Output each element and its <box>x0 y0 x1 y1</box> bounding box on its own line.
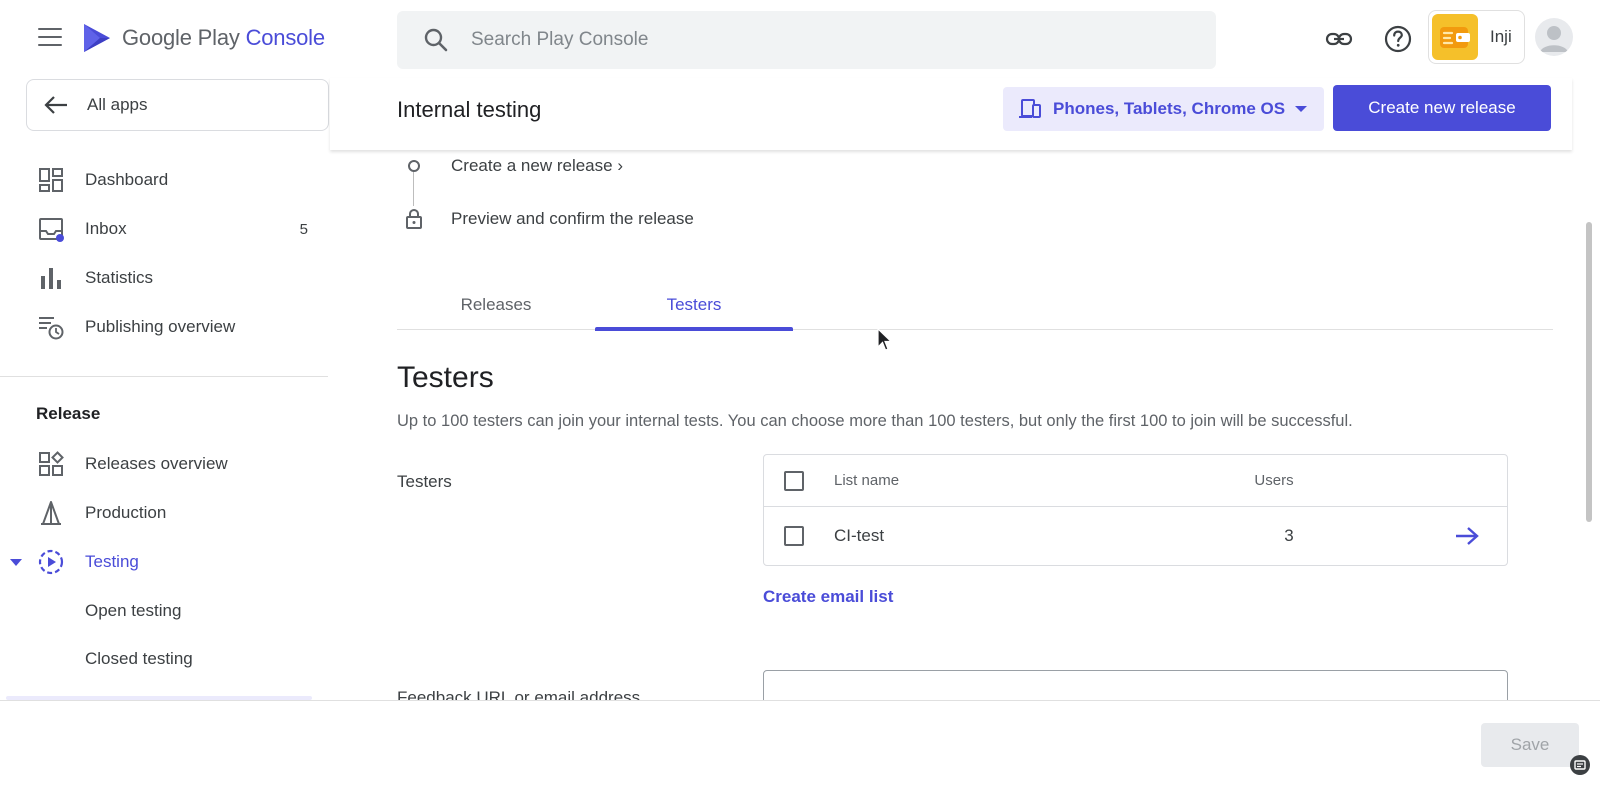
sidebar-item-statistics[interactable]: Statistics <box>0 256 330 300</box>
footer-bar: Save <box>0 700 1600 788</box>
tester-lists-table: List name Users CI-test 3 <box>763 454 1508 566</box>
users-count-cell: 3 <box>1284 526 1294 545</box>
scrollbar[interactable] <box>1586 222 1592 522</box>
play-console-logo[interactable]: Google Play Console <box>82 22 325 54</box>
sidebar-item-production[interactable]: Production <box>0 491 330 535</box>
inbox-icon <box>39 218 64 242</box>
account-icon <box>1540 26 1568 52</box>
sidebar-item-label: Testing <box>85 552 139 571</box>
step-preview-confirm: Preview and confirm the release <box>400 205 694 233</box>
testers-field-label: Testers <box>397 472 452 491</box>
select-all-checkbox[interactable] <box>784 470 804 491</box>
table-header-row: List name Users <box>764 455 1507 507</box>
step-label: Preview and confirm the release <box>451 209 694 228</box>
page-title: Internal testing <box>397 97 542 122</box>
device-selector-label: Phones, Tablets, Chrome OS <box>1053 99 1286 118</box>
sidebar-item-open-testing[interactable]: Open testing <box>0 589 330 633</box>
wallet-icon <box>1440 27 1470 48</box>
sidebar-item-publishing-overview[interactable]: Publishing overview <box>0 305 330 349</box>
top-bar: Google Play Console Inji <box>0 0 1600 78</box>
sidebar-item-label: Publishing overview <box>85 317 236 336</box>
circle-step-icon <box>408 160 420 172</box>
sidebar-item-closed-testing[interactable]: Closed testing <box>0 637 330 681</box>
all-apps-button[interactable]: All apps <box>26 79 329 131</box>
lock-icon <box>406 208 422 229</box>
sidebar-item-dashboard[interactable]: Dashboard <box>0 158 330 202</box>
all-apps-label: All apps <box>87 95 148 114</box>
sidebar-item-label: Statistics <box>85 268 154 287</box>
step-label: Create a new release › <box>451 156 623 175</box>
releases-overview-icon <box>39 451 64 476</box>
devices-icon <box>1019 99 1041 118</box>
create-new-release-button[interactable]: Create new release <box>1333 85 1551 131</box>
inbox-count-badge: 5 <box>299 220 308 238</box>
publishing-overview-icon <box>39 317 64 340</box>
testers-section-description: Up to 100 testers can join your internal… <box>397 412 1353 430</box>
logo-text: Google Play Console <box>122 25 325 51</box>
play-logo-icon <box>84 24 110 52</box>
step-create-release[interactable]: Create a new release › <box>400 152 623 180</box>
testing-icon <box>38 549 64 575</box>
column-header-list-name: List name <box>834 472 900 489</box>
link-icon[interactable] <box>1324 24 1354 54</box>
testers-section-title: Testers <box>397 361 494 394</box>
sidebar: All apps Dashboard Inbox 5 Statistics Pu… <box>0 78 330 700</box>
search-bar[interactable] <box>397 11 1216 69</box>
tabs-bar: Releases Testers <box>397 280 1553 331</box>
column-header-users: Users <box>1254 472 1294 489</box>
device-selector-button[interactable]: Phones, Tablets, Chrome OS <box>1003 87 1324 131</box>
sidebar-item-inbox[interactable]: Inbox 5 <box>0 207 330 251</box>
production-icon <box>41 501 61 525</box>
sidebar-item-label: Inbox <box>85 219 127 238</box>
sidebar-item-label: Releases overview <box>85 454 228 473</box>
sidebar-item-label: Open testing <box>85 601 182 620</box>
developer-account-chip[interactable]: Inji <box>1428 10 1525 64</box>
sidebar-item-releases-overview[interactable]: Releases overview <box>0 442 330 486</box>
help-icon[interactable] <box>1383 24 1413 54</box>
table-row[interactable]: CI-test 3 <box>764 507 1507 565</box>
dropdown-arrow-icon <box>1295 106 1308 112</box>
sidebar-item-testing[interactable]: Testing <box>0 540 330 584</box>
sidebar-item-label: Closed testing <box>85 649 193 668</box>
hamburger-menu-icon[interactable] <box>38 28 62 48</box>
arrow-forward-icon[interactable] <box>1454 525 1480 547</box>
create-email-list-link[interactable]: Create email list <box>763 587 893 607</box>
search-input[interactable] <box>471 29 1171 51</box>
bar-chart-icon <box>41 268 61 289</box>
developer-avatar <box>1432 14 1478 60</box>
arrow-back-icon <box>44 96 67 114</box>
screenshot-icon[interactable] <box>1569 754 1591 776</box>
sidebar-item-label: Production <box>85 503 167 522</box>
page-header: Internal testing Phones, Tablets, Chrome… <box>330 78 1572 150</box>
dashboard-icon <box>39 168 63 192</box>
developer-name: Inji <box>1490 27 1512 46</box>
sidebar-divider <box>0 376 328 377</box>
logo-text-main: Google Play <box>122 25 240 50</box>
save-button[interactable]: Save <box>1481 723 1579 767</box>
tab-testers[interactable]: Testers <box>595 280 793 331</box>
search-icon <box>424 28 448 52</box>
list-name-cell: CI-test <box>834 526 885 545</box>
account-avatar[interactable] <box>1535 18 1573 56</box>
sidebar-item-label: Dashboard <box>85 170 169 189</box>
release-section-label: Release <box>36 404 101 423</box>
logo-text-console: Console <box>245 25 326 50</box>
expand-caret-icon <box>10 559 22 566</box>
mouse-pointer-icon <box>877 328 893 351</box>
row-checkbox[interactable] <box>784 526 804 546</box>
tab-releases[interactable]: Releases <box>397 280 595 329</box>
